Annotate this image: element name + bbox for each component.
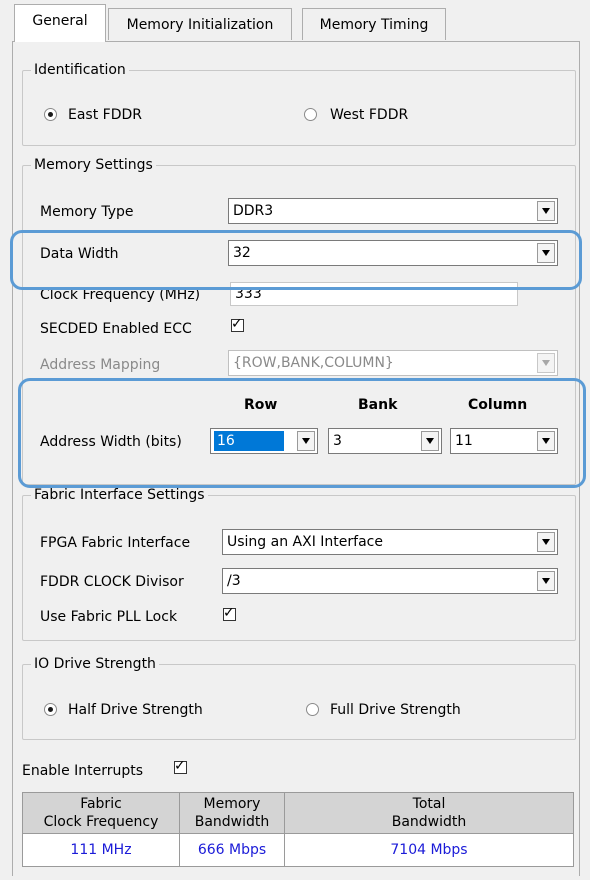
- checkmark-icon: ✓: [231, 316, 243, 332]
- use-fabric-pll-lock-label: Use Fabric PLL Lock: [40, 609, 178, 625]
- fpga-fabric-interface-dropdown[interactable]: Using an AXI Interface: [222, 529, 558, 555]
- fddr-clock-divisor-label: FDDR CLOCK Divisor: [40, 574, 184, 590]
- table-row: 111 MHz 666 Mbps 7104 Mbps: [22, 833, 574, 867]
- checkmark-icon: ✓: [174, 758, 186, 774]
- full-drive-strength-label: Full Drive Strength: [330, 702, 461, 718]
- memory-bandwidth-value: 666 Mbps: [179, 833, 285, 867]
- table-header-row: Fabric Clock Frequency Memory Bandwidth To…: [22, 792, 574, 834]
- memory-type-value: DDR3: [233, 203, 274, 219]
- fddr-clock-divisor-dropdown[interactable]: /3: [222, 568, 558, 594]
- enable-interrupts-checkbox[interactable]: ✓: [174, 758, 187, 774]
- fpga-fabric-interface-value: Using an AXI Interface: [227, 534, 383, 550]
- chevron-down-icon: [537, 353, 555, 373]
- secded-label: SECDED Enabled ECC: [40, 321, 192, 337]
- total-bandwidth-header: Total Bandwidth: [284, 792, 574, 834]
- address-width-highlight: [18, 378, 586, 488]
- chevron-down-icon[interactable]: [537, 532, 555, 552]
- memory-settings-title: Memory Settings: [31, 156, 156, 174]
- io-drive-strength-title: IO Drive Strength: [31, 655, 159, 673]
- memory-bandwidth-header: Memory Bandwidth: [179, 792, 285, 834]
- east-fddr-radio[interactable]: [44, 108, 57, 121]
- enable-interrupts-label: Enable Interrupts: [22, 763, 144, 779]
- use-fabric-pll-lock-checkbox[interactable]: ✓: [223, 605, 236, 621]
- tab-general[interactable]: General: [14, 4, 106, 42]
- west-fddr-radio[interactable]: [304, 108, 317, 121]
- data-width-highlight: [10, 230, 582, 290]
- total-bandwidth-value: 7104 Mbps: [284, 833, 574, 867]
- address-mapping-value: {ROW,BANK,COLUMN}: [233, 355, 394, 371]
- memory-type-label: Memory Type: [40, 204, 134, 220]
- fabric-clock-frequency-header: Fabric Clock Frequency: [22, 792, 180, 834]
- address-mapping-label: Address Mapping: [40, 357, 161, 373]
- fpga-fabric-interface-label: FPGA Fabric Interface: [40, 535, 191, 551]
- east-fddr-label: East FDDR: [68, 107, 142, 123]
- half-drive-strength-radio[interactable]: [44, 703, 57, 716]
- secded-checkbox[interactable]: ✓: [231, 316, 244, 332]
- tab-memory-timing[interactable]: Memory Timing: [302, 8, 446, 40]
- memory-type-dropdown[interactable]: DDR3: [228, 198, 558, 224]
- identification-title: Identification: [31, 61, 129, 79]
- address-mapping-dropdown: {ROW,BANK,COLUMN}: [228, 350, 558, 376]
- half-drive-strength-label: Half Drive Strength: [68, 702, 203, 718]
- fabric-interface-title: Fabric Interface Settings: [31, 486, 208, 504]
- fabric-clock-frequency-value: 111 MHz: [22, 833, 180, 867]
- fddr-clock-divisor-value: /3: [227, 573, 241, 589]
- chevron-down-icon[interactable]: [537, 201, 555, 221]
- full-drive-strength-radio[interactable]: [306, 703, 319, 716]
- tab-memory-initialization[interactable]: Memory Initialization: [108, 8, 292, 40]
- chevron-down-icon[interactable]: [537, 571, 555, 591]
- bandwidth-table: Fabric Clock Frequency Memory Bandwidth To…: [22, 792, 574, 867]
- checkmark-icon: ✓: [223, 605, 235, 621]
- west-fddr-label: West FDDR: [330, 107, 409, 123]
